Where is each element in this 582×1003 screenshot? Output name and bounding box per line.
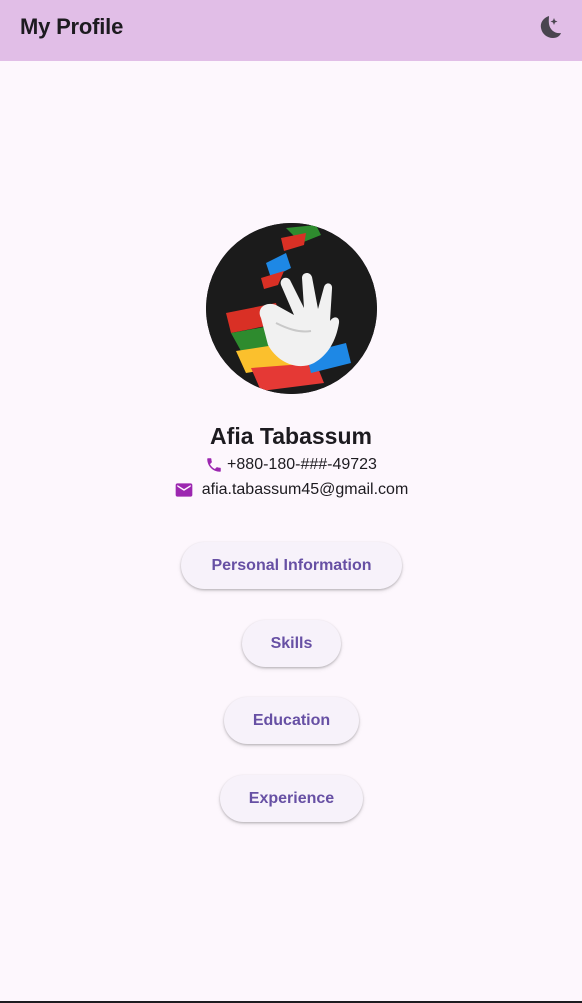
experience-button[interactable]: Experience <box>220 775 363 822</box>
moon-icon <box>540 16 561 38</box>
email-address: afia.tabassum45@gmail.com <box>201 481 409 498</box>
email-icon <box>175 483 193 497</box>
email-row: afia.tabassum45@gmail.com <box>0 480 582 500</box>
profile-avatar <box>206 223 377 394</box>
phone-row: +880-180-###-49723 <box>0 456 582 474</box>
profile-name: Afia Tabassum <box>210 423 372 449</box>
page-title: My Profile <box>20 14 124 39</box>
personal-information-button[interactable]: Personal Information <box>181 542 402 589</box>
app-bar: My Profile <box>0 0 582 61</box>
education-button[interactable]: Education <box>224 697 359 744</box>
phone-icon <box>207 458 221 472</box>
theme-toggle-button[interactable] <box>536 13 564 41</box>
phone-number: +880-180-###-49723 <box>227 456 377 473</box>
skills-button[interactable]: Skills <box>242 620 341 667</box>
